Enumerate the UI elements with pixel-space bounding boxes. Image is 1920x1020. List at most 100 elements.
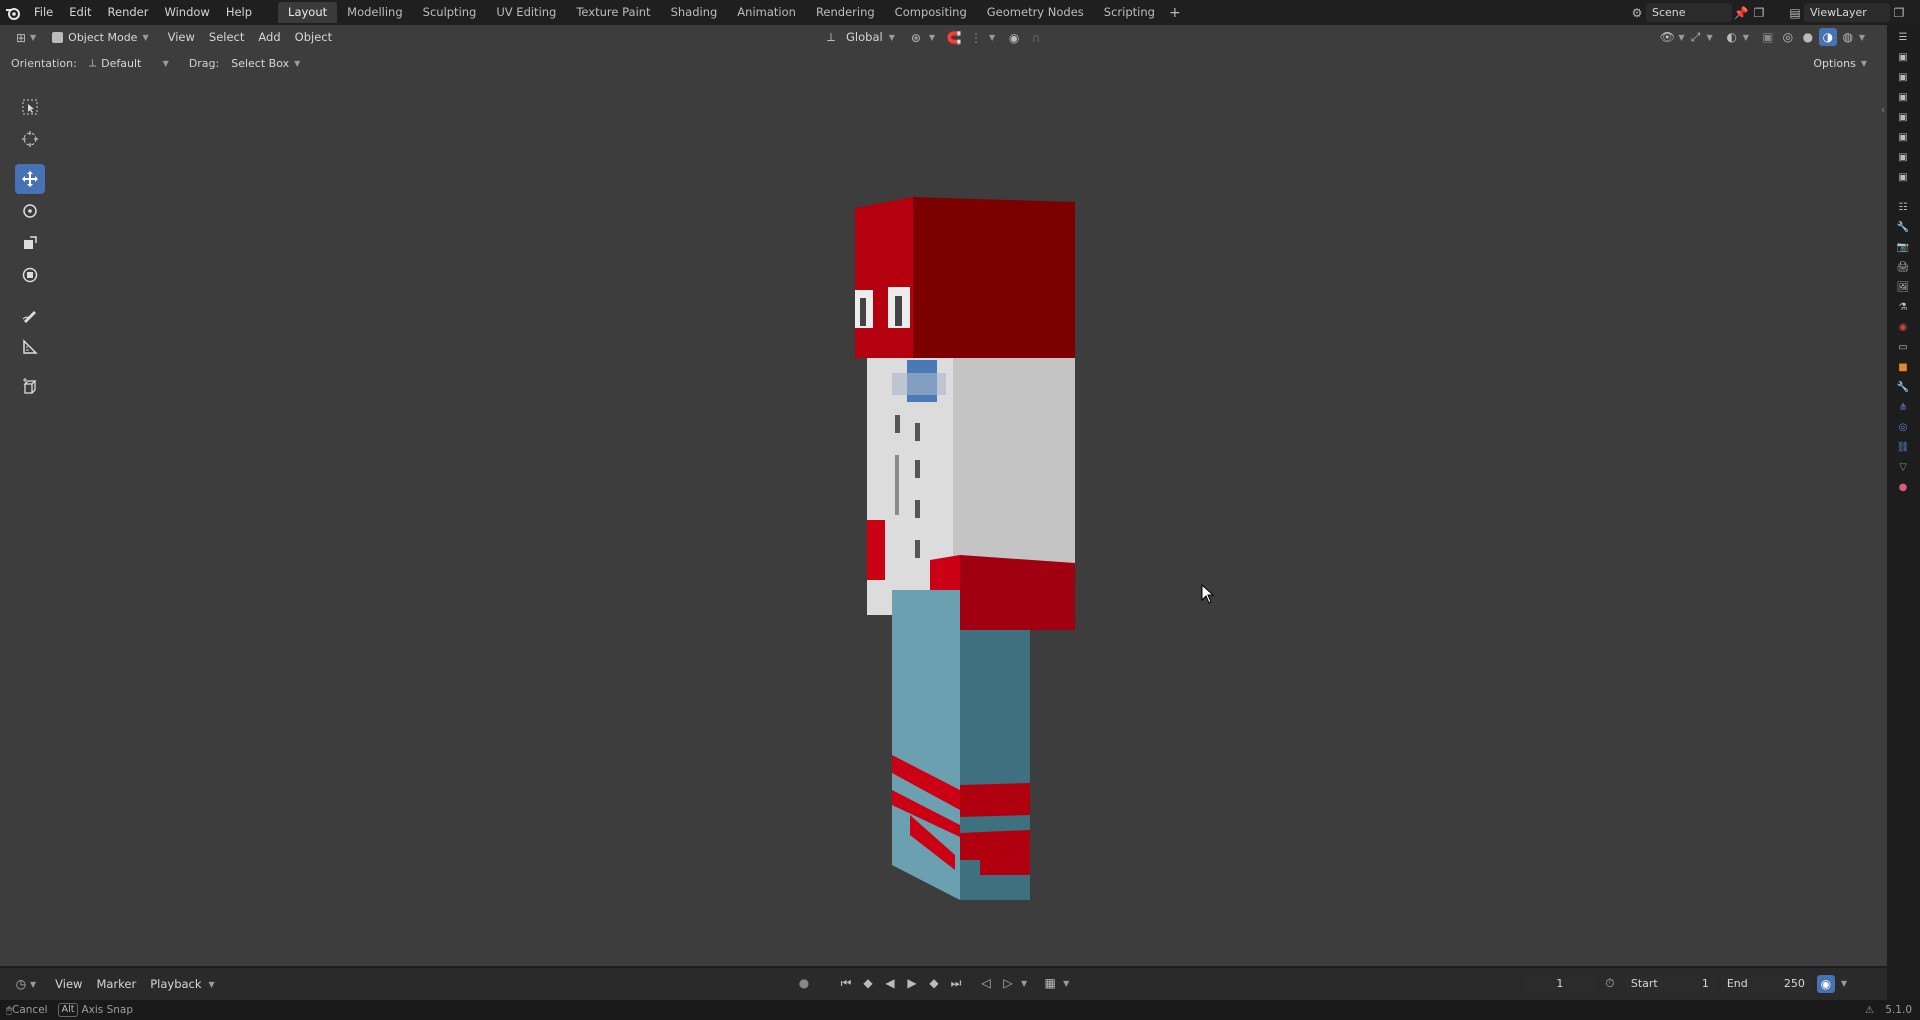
move-tool-icon[interactable] (15, 164, 45, 194)
tab-scripting[interactable]: Scripting (1094, 2, 1165, 23)
jump-to-keyframe-prev-icon[interactable]: ◆ (859, 974, 877, 992)
mode-dropdown[interactable]: Object Mode ▼ (46, 28, 154, 47)
tab-rendering[interactable]: Rendering (806, 2, 885, 23)
outliner-editor-icon[interactable]: ☰ (1893, 29, 1913, 45)
menu-file[interactable]: File (26, 0, 61, 25)
object-properties-icon[interactable]: ■ (1893, 359, 1913, 375)
menu-render[interactable]: Render (100, 0, 157, 25)
add-cube-tool-icon[interactable] (15, 372, 45, 402)
menu-help[interactable]: Help (218, 0, 260, 25)
collection-icon[interactable]: ▣ (1893, 49, 1913, 65)
play-reverse-icon[interactable]: ◀ (881, 974, 899, 992)
overlays-icon[interactable]: ◐ (1723, 28, 1741, 46)
timeline-menu-marker[interactable]: Marker (89, 975, 143, 994)
character-model[interactable] (830, 165, 1090, 905)
jump-to-keyframe-next-icon[interactable]: ◆ (925, 974, 943, 992)
collection-icon[interactable]: ▣ (1893, 89, 1913, 105)
new-view-layer-icon[interactable]: ❐ (1890, 4, 1908, 22)
viewport-menu-object[interactable]: Object (288, 28, 339, 47)
scene-name-field[interactable]: Scene (1646, 3, 1732, 22)
menu-edit[interactable]: Edit (61, 0, 99, 25)
render-properties-icon[interactable]: 📷 (1893, 239, 1913, 255)
data-properties-icon[interactable]: ▽ (1893, 459, 1913, 475)
orientation-dropdown[interactable]: ⟂ Default ▼ (83, 54, 175, 73)
clock-icon[interactable]: ⏱ (1601, 975, 1619, 993)
current-frame-field[interactable]: 1 (1524, 974, 1595, 993)
snap-target-icon[interactable]: ⋮ (967, 29, 985, 47)
measure-tool-icon[interactable] (15, 332, 45, 362)
tab-sculpting[interactable]: Sculpting (413, 2, 487, 23)
cursor-tool-icon[interactable] (15, 124, 45, 154)
tab-compositing[interactable]: Compositing (885, 2, 977, 23)
tab-modelling[interactable]: Modelling (337, 2, 413, 23)
collection-icon[interactable]: ▣ (1893, 149, 1913, 165)
start-frame-field[interactable]: Start 1 (1624, 974, 1715, 993)
view-layer-icon[interactable]: ▤ (1786, 4, 1804, 22)
solid-shading-icon[interactable]: ● (1799, 28, 1817, 46)
playback-sync-icon[interactable]: ◉ (1816, 974, 1835, 993)
tab-geometry-nodes[interactable]: Geometry Nodes (977, 2, 1094, 23)
play-icon[interactable]: ▶ (903, 974, 921, 992)
falloff-icon[interactable]: ∩ (1027, 29, 1045, 47)
timeline-menu-playback[interactable]: Playback (143, 975, 208, 994)
jump-to-start-icon[interactable]: ⏮ (837, 974, 855, 992)
xray-icon[interactable]: ▣ (1759, 28, 1777, 46)
blender-logo-icon[interactable] (0, 0, 26, 25)
3d-viewport[interactable]: ⊞ ▼ Object Mode ▼ View Select Add Object… (0, 25, 1887, 966)
collection-properties-icon[interactable]: ▭ (1893, 339, 1913, 355)
timeline-menu-view[interactable]: View (48, 975, 89, 994)
properties-editor-icon[interactable]: ☷ (1893, 199, 1913, 215)
modifier-properties-icon[interactable]: 🔧 (1893, 379, 1913, 395)
timeline-editor-type-icon[interactable]: ◷ (12, 975, 30, 993)
tab-animation[interactable]: Animation (727, 2, 806, 23)
rendered-shading-icon[interactable]: ◍ (1839, 28, 1857, 46)
particles-properties-icon[interactable]: ⋔ (1893, 399, 1913, 415)
scene-icon[interactable]: ⚙ (1628, 4, 1646, 22)
world-properties-icon[interactable]: ◉ (1893, 319, 1913, 335)
material-properties-icon[interactable]: ● (1893, 479, 1913, 495)
snap-icon[interactable]: 🧲 (945, 29, 963, 47)
viewport-menu-add[interactable]: Add (251, 28, 287, 47)
tab-uv-editing[interactable]: UV Editing (486, 2, 566, 23)
material-preview-icon[interactable]: ◑ (1818, 28, 1837, 46)
new-scene-icon[interactable]: ❐ (1750, 4, 1768, 22)
select-box-tool-icon[interactable] (15, 92, 45, 122)
proportional-edit-icon[interactable]: ◉ (1005, 29, 1023, 47)
constraints-properties-icon[interactable]: ⛓ (1893, 439, 1913, 455)
editor-type-icon[interactable]: ⊞ (12, 29, 30, 47)
pivot-point-icon[interactable]: ⊛ (907, 29, 925, 47)
tab-texture-paint[interactable]: Texture Paint (566, 2, 660, 23)
collection-icon[interactable]: ▣ (1893, 69, 1913, 85)
auto-keying-icon[interactable]: ● (795, 974, 813, 992)
collection-icon[interactable]: ▣ (1893, 169, 1913, 185)
next-keyframe-icon[interactable]: ▷ (999, 974, 1017, 992)
view-layer-name-field[interactable]: ViewLayer (1804, 3, 1890, 22)
keying-set-icon[interactable]: ▦ (1041, 974, 1059, 992)
end-frame-field[interactable]: End 250 (1720, 974, 1811, 993)
menu-window[interactable]: Window (156, 0, 217, 25)
drag-dropdown[interactable]: Select Box ▼ (225, 54, 306, 73)
transform-tool-icon[interactable] (15, 260, 45, 290)
viewport-menu-select[interactable]: Select (202, 28, 251, 47)
pin-icon[interactable]: 📌 (1732, 4, 1750, 22)
prev-keyframe-icon[interactable]: ◁ (977, 974, 995, 992)
options-dropdown[interactable]: Options ▼ (1807, 54, 1873, 73)
view-layer-properties-icon[interactable]: 🖼 (1893, 279, 1913, 295)
rotate-tool-icon[interactable] (15, 196, 45, 226)
wireframe-shading-icon[interactable]: ◎ (1779, 28, 1797, 46)
tab-layout[interactable]: Layout (278, 2, 338, 23)
add-workspace-icon[interactable]: + (1165, 5, 1185, 21)
annotate-tool-icon[interactable] (15, 300, 45, 330)
viewport-menu-view[interactable]: View (161, 28, 202, 47)
gizmo-icon[interactable]: ⤢ (1687, 28, 1705, 46)
sidebar-toggle-icon[interactable]: ‹ (1881, 105, 1885, 116)
collection-icon[interactable]: ▣ (1893, 109, 1913, 125)
scene-properties-icon[interactable]: ⚗ (1893, 299, 1913, 315)
visibility-icon[interactable]: 👁 (1658, 28, 1676, 46)
transform-orientation-dropdown[interactable]: Global (844, 28, 885, 47)
collection-icon[interactable]: ▣ (1893, 129, 1913, 145)
tab-shading[interactable]: Shading (661, 2, 728, 23)
physics-properties-icon[interactable]: ◎ (1893, 419, 1913, 435)
tool-properties-icon[interactable]: 🔧 (1893, 219, 1913, 235)
output-properties-icon[interactable]: 🖨 (1893, 259, 1913, 275)
